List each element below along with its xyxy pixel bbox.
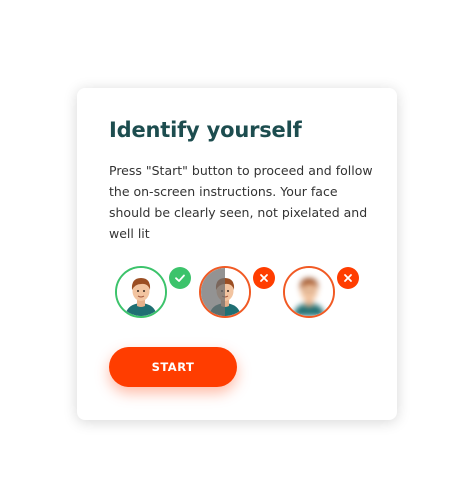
- instructions-text: Press "Start" button to proceed and foll…: [109, 163, 373, 241]
- example-good: [115, 266, 199, 322]
- face-blurred-icon: [283, 266, 335, 318]
- check-icon: [169, 267, 191, 289]
- face-clear-icon: [115, 266, 167, 318]
- face-examples: [115, 266, 365, 322]
- cross-icon: [337, 267, 359, 289]
- example-blurred: [283, 266, 367, 322]
- example-shadowed: [199, 266, 283, 322]
- cross-icon: [253, 267, 275, 289]
- identify-card: Identify yourself Press "Start" button t…: [77, 88, 397, 420]
- start-button[interactable]: START: [109, 347, 237, 387]
- page-title: Identify yourself: [109, 118, 302, 142]
- face-shadowed-icon: [199, 266, 251, 318]
